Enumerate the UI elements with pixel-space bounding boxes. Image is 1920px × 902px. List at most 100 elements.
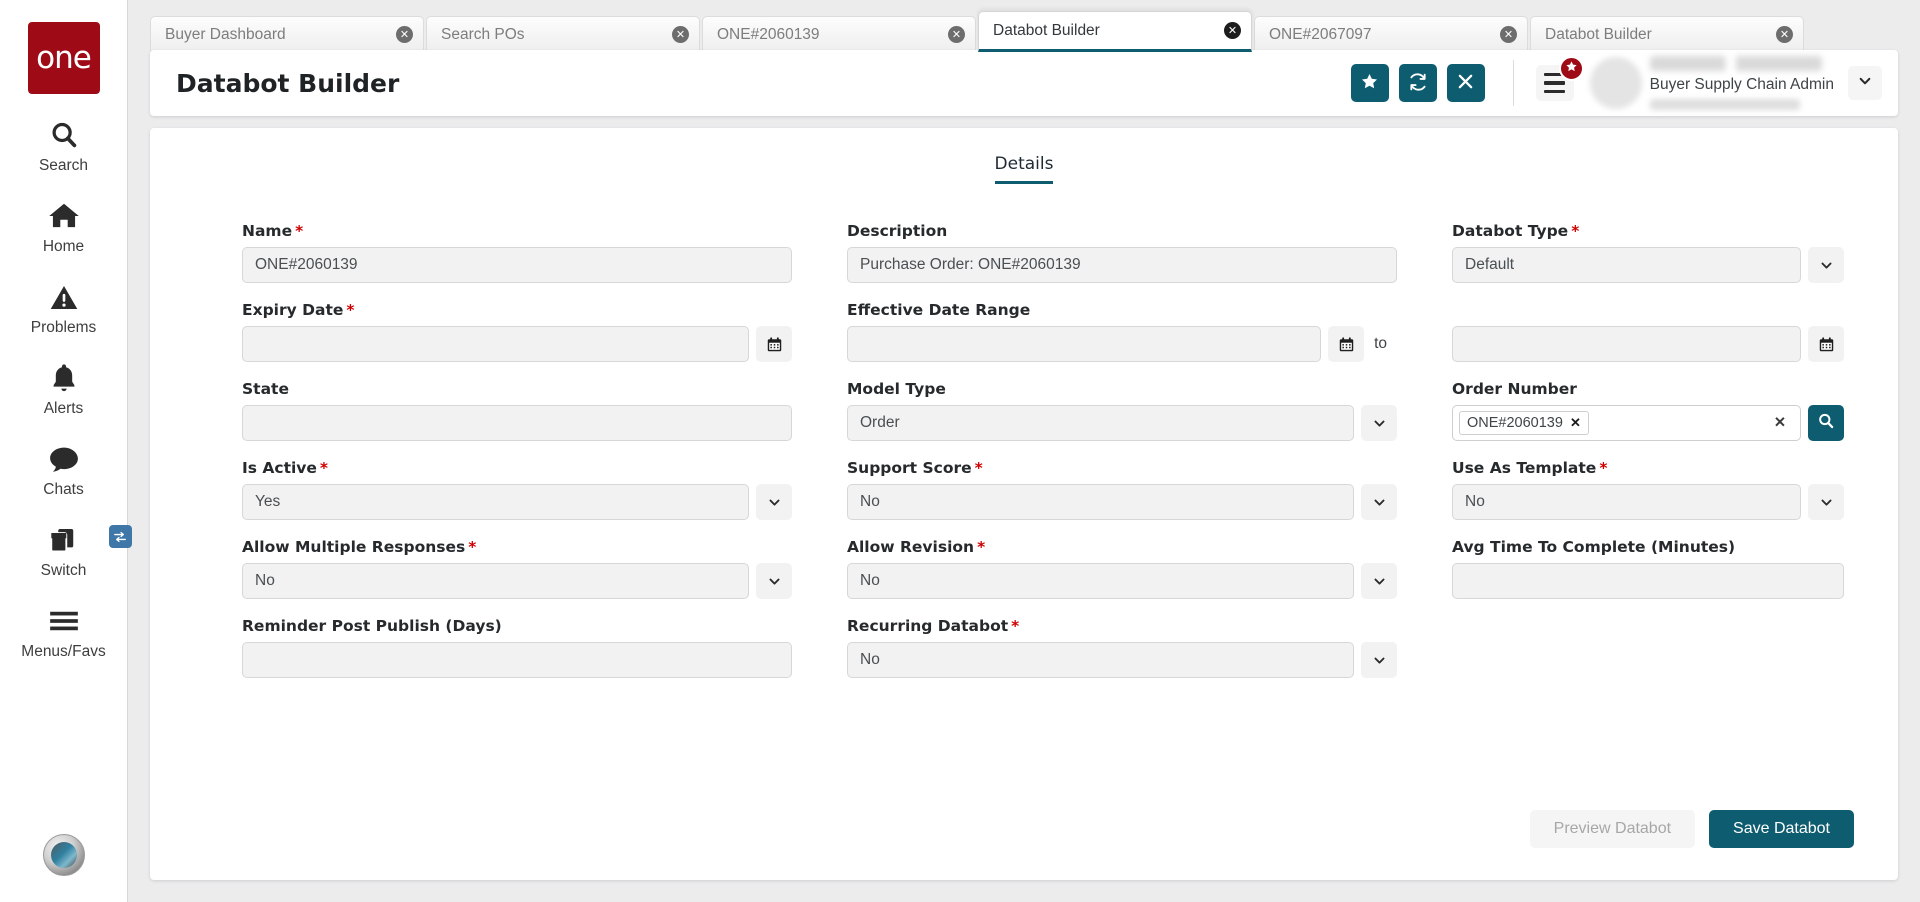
is-active-select[interactable]: Yes (242, 484, 749, 520)
user-role: Buyer Supply Chain Admin (1650, 76, 1834, 94)
name-input[interactable]: ONE#2060139 (242, 247, 792, 283)
field-label: Reminder Post Publish (Days) (242, 617, 792, 635)
favorite-button[interactable] (1351, 64, 1389, 102)
allow-multiple-select[interactable]: No (242, 563, 749, 599)
chevron-down-icon[interactable] (1361, 642, 1397, 678)
switch-windows-icon (49, 523, 79, 557)
user-profile[interactable]: Buyer Supply Chain Admin (1590, 56, 1834, 110)
close-icon[interactable]: ✕ (1776, 26, 1793, 43)
tab-databot-builder-active[interactable]: Databot Builder ✕ (978, 11, 1252, 52)
databot-type-select[interactable]: Default (1452, 247, 1801, 283)
menu-button[interactable] (1536, 65, 1574, 101)
tab-databot-builder-2[interactable]: Databot Builder ✕ (1530, 16, 1804, 52)
reminder-days-input[interactable] (242, 642, 792, 678)
state-input (242, 405, 792, 441)
calendar-icon[interactable] (1808, 326, 1844, 362)
effective-to-input[interactable] (1452, 326, 1801, 362)
chevron-down-icon[interactable] (756, 563, 792, 599)
field-model-type: Model Type Order (847, 380, 1397, 441)
panel-tabs: Details (194, 154, 1854, 184)
sidebar-item-search[interactable]: Search (0, 118, 127, 175)
search-icon (1817, 412, 1835, 435)
sidebar-item-problems[interactable]: Problems (0, 280, 127, 337)
chat-bubble-icon (48, 442, 80, 476)
calendar-icon[interactable] (756, 326, 792, 362)
field-label: Avg Time To Complete (Minutes) (1452, 538, 1844, 556)
field-label: Allow Revision* (847, 538, 1397, 556)
field-name: Name* ONE#2060139 (242, 222, 792, 283)
chevron-down-icon[interactable] (1808, 484, 1844, 520)
support-score-select[interactable]: No (847, 484, 1354, 520)
close-icon[interactable]: ✕ (396, 26, 413, 43)
allow-revision-select[interactable]: No (847, 563, 1354, 599)
close-icon[interactable]: ✕ (1224, 22, 1241, 39)
model-type-select[interactable]: Order (847, 405, 1354, 441)
refresh-button[interactable] (1399, 64, 1437, 102)
close-button[interactable] (1447, 64, 1485, 102)
chevron-down-icon[interactable] (1361, 484, 1397, 520)
tab-label: ONE#2067097 (1269, 26, 1500, 44)
swap-arrows-icon[interactable] (109, 525, 132, 548)
close-icon[interactable]: ✕ (948, 26, 965, 43)
calendar-icon[interactable] (1328, 326, 1364, 362)
preview-databot-button[interactable]: Preview Databot (1530, 810, 1695, 848)
refresh-icon (1408, 72, 1428, 95)
effective-from-input[interactable] (847, 326, 1321, 362)
save-databot-button[interactable]: Save Databot (1709, 810, 1854, 848)
sidebar-item-label: Menus/Favs (21, 643, 105, 661)
expiry-date-input[interactable] (242, 326, 749, 362)
menu-favorites-badge (1559, 56, 1584, 81)
field-label: State (242, 380, 792, 398)
close-icon[interactable]: ✕ (1500, 26, 1517, 43)
app-root: one Search Home Problems Alerts (0, 0, 1920, 902)
tab-one-2060139[interactable]: ONE#2060139 ✕ (702, 16, 976, 52)
chevron-down-icon[interactable] (756, 484, 792, 520)
close-icon[interactable]: ✕ (672, 26, 689, 43)
order-number-multiselect[interactable]: ONE#2060139 ✕ ✕ (1452, 405, 1801, 441)
field-is-active: Is Active* Yes (242, 459, 792, 520)
field-label: Description (847, 222, 1397, 240)
chevron-down-icon[interactable] (1361, 405, 1397, 441)
details-panel: Details Name* ONE#2060139 Description Pu… (150, 128, 1898, 880)
brand-logo-text: one (36, 43, 91, 74)
assistant-avatar-inner (51, 842, 77, 868)
field-label-spacer (1452, 301, 1844, 319)
chevron-down-icon[interactable] (1808, 247, 1844, 283)
user-name-redacted (1650, 56, 1822, 71)
page-title: Databot Builder (176, 69, 399, 98)
tab-details[interactable]: Details (995, 154, 1054, 184)
tab-label: Databot Builder (1545, 26, 1776, 44)
sidebar-item-menus-favs[interactable]: Menus/Favs (0, 604, 127, 661)
star-icon (1360, 72, 1379, 94)
tab-search-pos[interactable]: Search POs ✕ (426, 16, 700, 52)
brand-logo[interactable]: one (28, 22, 100, 94)
search-icon (49, 118, 79, 152)
tab-buyer-dashboard[interactable]: Buyer Dashboard ✕ (150, 16, 424, 52)
sidebar-item-chats[interactable]: Chats (0, 442, 127, 499)
user-menu-button[interactable] (1848, 66, 1882, 100)
sidebar-item-label: Problems (31, 319, 96, 337)
header-divider (1513, 60, 1514, 106)
required-marker: * (295, 222, 303, 240)
avg-time-input[interactable] (1452, 563, 1844, 599)
field-order-number: Order Number ONE#2060139 ✕ ✕ (1452, 380, 1844, 441)
chevron-down-icon (1857, 73, 1873, 94)
sidebar-item-switch[interactable]: Switch (0, 523, 127, 580)
page-header: Databot Builder (150, 50, 1898, 116)
field-label: Order Number (1452, 380, 1844, 398)
sidebar-item-alerts[interactable]: Alerts (0, 361, 127, 418)
recurring-select[interactable]: No (847, 642, 1354, 678)
tab-label: Buyer Dashboard (165, 26, 396, 44)
field-label: Allow Multiple Responses* (242, 538, 792, 556)
order-number-search-button[interactable] (1808, 405, 1844, 441)
chevron-down-icon[interactable] (1361, 563, 1397, 599)
chip-remove-icon[interactable]: ✕ (1570, 415, 1581, 431)
clear-selection-icon[interactable]: ✕ (1768, 415, 1792, 431)
tab-one-2067097[interactable]: ONE#2067097 ✕ (1254, 16, 1528, 52)
use-as-template-select[interactable]: No (1452, 484, 1801, 520)
description-input[interactable]: Purchase Order: ONE#2060139 (847, 247, 1397, 283)
field-label: Recurring Databot* (847, 617, 1397, 635)
sidebar-item-home[interactable]: Home (0, 199, 127, 256)
order-number-chip: ONE#2060139 ✕ (1459, 411, 1589, 435)
assistant-avatar[interactable] (43, 834, 85, 876)
